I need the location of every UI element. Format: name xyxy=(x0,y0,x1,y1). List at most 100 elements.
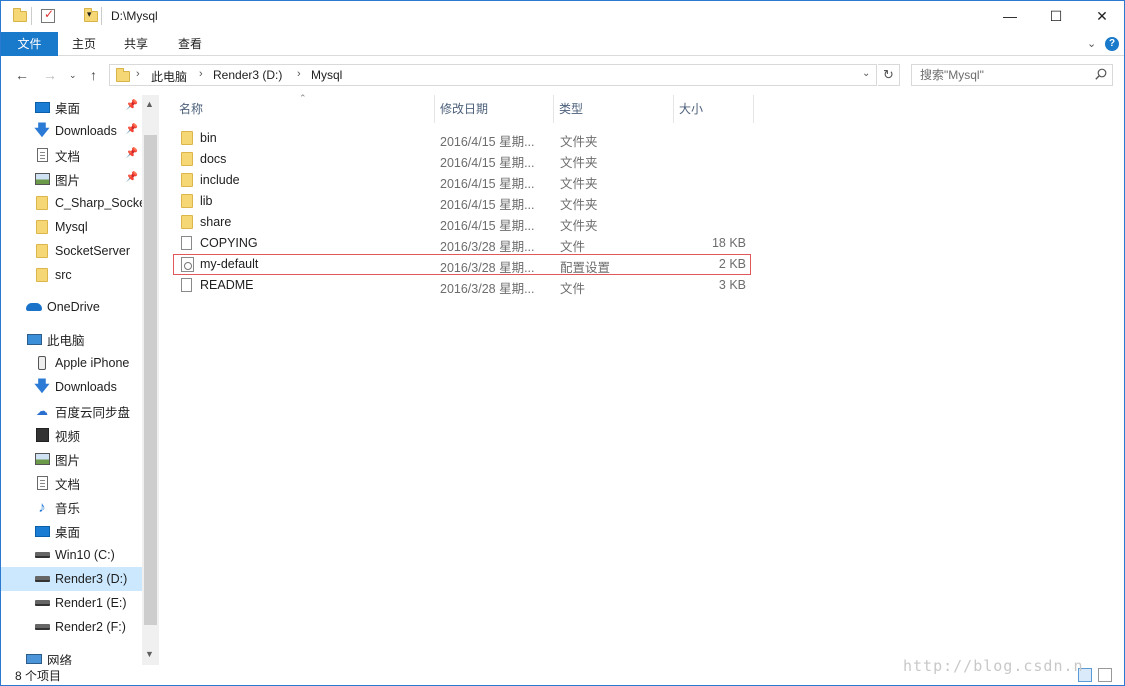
phone-icon xyxy=(34,355,50,371)
properties-icon[interactable]: ✓ xyxy=(41,7,55,23)
expand-ribbon-icon[interactable]: ⌄ xyxy=(1087,37,1096,50)
drive-icon xyxy=(34,571,50,587)
video-icon xyxy=(34,427,50,443)
column-header-type[interactable]: 类型 xyxy=(553,95,673,123)
search-input[interactable] xyxy=(912,65,1082,85)
file-name: include xyxy=(200,173,240,187)
file-row[interactable]: docs 2016/4/15 星期... 文件夹 xyxy=(173,149,751,170)
nav-item-drive-e[interactable]: Render1 (E:) xyxy=(1,591,142,615)
nav-item-desktop[interactable]: 桌面 📌 xyxy=(1,95,142,119)
folder-icon xyxy=(181,173,193,187)
file-date: 2016/4/15 星期... xyxy=(440,198,535,212)
file-name: lib xyxy=(200,194,213,208)
file-type: 文件夹 xyxy=(560,177,598,191)
tab-share[interactable]: 共享 xyxy=(115,32,157,56)
nav-item-pc-pictures[interactable]: 图片 xyxy=(1,447,142,471)
column-divider[interactable] xyxy=(753,95,754,123)
nav-item-documents[interactable]: 文档 📌 xyxy=(1,143,142,167)
nav-item-drive-c[interactable]: Win10 (C:) xyxy=(1,543,142,567)
nav-item-label: src xyxy=(55,268,72,282)
file-list: ⌃ 名称 修改日期 类型 大小 bin 2016/4/15 星期... 文件夹 … xyxy=(159,93,1124,665)
up-icon[interactable]: ↑ xyxy=(90,67,97,83)
file-row-highlighted[interactable]: my-default 2016/3/28 星期... 配置设置 2 KB xyxy=(173,254,751,275)
document-icon xyxy=(34,475,50,491)
minimize-button[interactable]: — xyxy=(987,1,1033,31)
nav-item-pictures[interactable]: 图片 📌 xyxy=(1,167,142,191)
nav-item-baidu-cloud[interactable]: ☁ 百度云同步盘 xyxy=(1,399,142,423)
file-row[interactable]: lib 2016/4/15 星期... 文件夹 xyxy=(173,191,751,212)
file-row[interactable]: COPYING 2016/3/28 星期... 文件 18 KB xyxy=(173,233,751,254)
watermark-text: http://blog.csdn.n xyxy=(903,657,1084,675)
nav-scrollbar[interactable]: ▲ ▼ xyxy=(142,95,159,665)
file-row[interactable]: include 2016/4/15 星期... 文件夹 xyxy=(173,170,751,191)
close-button[interactable]: ✕ xyxy=(1079,1,1125,31)
file-name: COPYING xyxy=(200,236,258,250)
breadcrumb-drive[interactable]: Render3 (D:) xyxy=(213,68,282,82)
tab-view[interactable]: 查看 xyxy=(169,32,211,56)
tab-file[interactable]: 文件 xyxy=(1,32,58,56)
column-header-name[interactable]: 名称 xyxy=(173,95,434,123)
pin-icon[interactable]: 📌 xyxy=(126,100,138,111)
back-icon[interactable]: ← xyxy=(15,67,29,83)
nav-item-downloads[interactable]: 🡇 Downloads 📌 xyxy=(1,119,142,143)
chevron-down-icon[interactable]: ⌄ xyxy=(862,68,870,79)
chevron-right-icon[interactable]: › xyxy=(199,68,203,80)
nav-item-label: 音乐 xyxy=(55,501,81,516)
nav-item-csharp-socket[interactable]: C_Sharp_Socke xyxy=(1,191,142,215)
nav-item-src[interactable]: src xyxy=(1,263,142,287)
nav-item-pc-documents[interactable]: 文档 xyxy=(1,471,142,495)
file-date: 2016/4/15 星期... xyxy=(440,177,535,191)
scroll-down-icon[interactable]: ▼ xyxy=(145,649,154,659)
file-type: 文件 xyxy=(560,240,586,254)
nav-item-onedrive[interactable]: OneDrive xyxy=(1,295,142,319)
nav-item-socketserver[interactable]: SocketServer xyxy=(1,239,142,263)
nav-item-label: 百度云同步盘 xyxy=(55,405,131,420)
nav-item-pc-downloads[interactable]: 🡇 Downloads xyxy=(1,375,142,399)
nav-item-this-pc[interactable]: 此电脑 xyxy=(1,327,142,351)
pin-icon[interactable]: 📌 xyxy=(126,124,138,135)
refresh-button[interactable]: ↻ xyxy=(878,64,900,86)
breadcrumb-mysql[interactable]: Mysql xyxy=(311,68,342,82)
address-bar[interactable]: › 此电脑 › Render3 (D:) › Mysql ⌄ xyxy=(109,64,877,86)
recent-locations-icon[interactable]: ⌄ xyxy=(69,70,77,81)
pin-icon[interactable]: 📌 xyxy=(126,148,138,159)
nav-item-music[interactable]: ♪ 音乐 xyxy=(1,495,142,519)
nav-item-pc-desktop[interactable]: 桌面 xyxy=(1,519,142,543)
divider xyxy=(101,7,102,25)
large-icons-view-icon[interactable] xyxy=(1098,668,1112,682)
nav-item-mysql[interactable]: Mysql xyxy=(1,215,142,239)
computer-icon xyxy=(26,331,42,347)
nav-item-network[interactable]: 网络 xyxy=(1,647,142,665)
file-name: share xyxy=(200,215,232,229)
baidu-cloud-icon: ☁ xyxy=(36,404,48,418)
scrollbar-thumb[interactable] xyxy=(144,135,157,625)
customize-toolbar-icon[interactable]: ▾ xyxy=(87,9,92,27)
pin-icon[interactable]: 📌 xyxy=(126,172,138,183)
forward-icon[interactable]: → xyxy=(43,67,57,83)
chevron-right-icon[interactable]: › xyxy=(136,68,140,80)
file-row[interactable]: bin 2016/4/15 星期... 文件夹 xyxy=(173,128,751,149)
help-icon[interactable]: ? xyxy=(1105,37,1119,51)
nav-item-label: Render1 (E:) xyxy=(55,596,127,610)
nav-item-videos[interactable]: 视频 xyxy=(1,423,142,447)
chevron-right-icon[interactable]: › xyxy=(297,68,301,80)
maximize-button[interactable]: ☐ xyxy=(1033,1,1079,31)
tab-home[interactable]: 主页 xyxy=(63,32,105,56)
file-row[interactable]: README 2016/3/28 星期... 文件 3 KB xyxy=(173,275,751,296)
scroll-up-icon[interactable]: ▲ xyxy=(145,99,154,109)
file-icon xyxy=(181,236,192,250)
nav-item-label: 文档 xyxy=(55,149,81,164)
file-row[interactable]: share 2016/4/15 星期... 文件夹 xyxy=(173,212,751,233)
nav-item-apple-iphone[interactable]: Apple iPhone xyxy=(1,351,142,375)
breadcrumb-this-pc[interactable]: 此电脑 xyxy=(151,68,187,85)
search-icon[interactable] xyxy=(1095,68,1107,80)
search-box[interactable] xyxy=(911,64,1113,86)
nav-item-drive-d[interactable]: Render3 (D:) xyxy=(1,567,142,591)
column-header-date[interactable]: 修改日期 xyxy=(434,95,553,123)
nav-item-label: Mysql xyxy=(55,220,88,234)
file-type: 配置设置 xyxy=(560,261,611,275)
nav-item-drive-f[interactable]: Render2 (F:) xyxy=(1,615,142,639)
folder-icon xyxy=(181,131,193,145)
column-header-size[interactable]: 大小 xyxy=(673,95,753,123)
file-date: 2016/4/15 星期... xyxy=(440,135,535,149)
